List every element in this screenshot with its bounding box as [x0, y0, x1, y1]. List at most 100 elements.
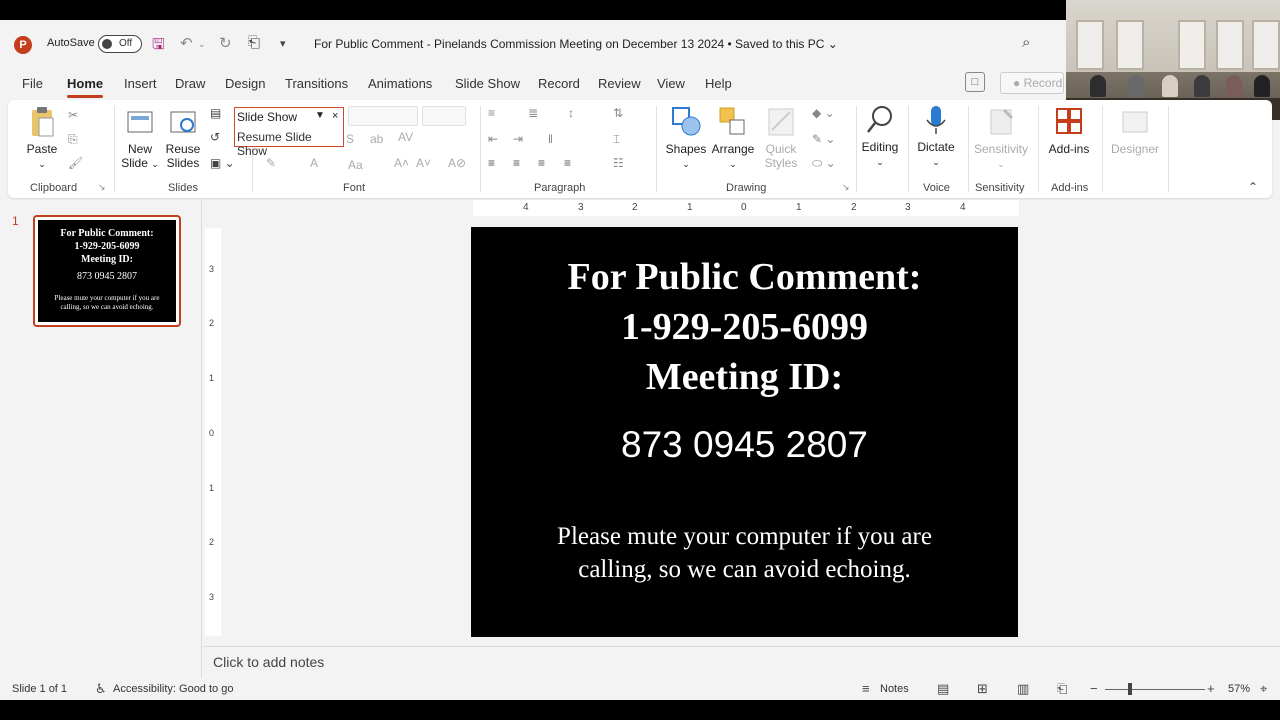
powerpoint-window: P AutoSave Off 🖫 ↶ ⌄ ↻ ⎗ ▾ For Public Co… — [0, 0, 1280, 720]
align-left-icon[interactable]: ≡ — [488, 156, 495, 170]
reuse-slides-button[interactable]: Reuse Slides — [164, 106, 202, 170]
accessibility-icon[interactable]: ♿ — [95, 681, 107, 697]
present-icon[interactable]: ⎗ — [248, 34, 260, 51]
quick-styles-button[interactable]: Quick Styles — [760, 106, 802, 170]
zoom-level[interactable]: 57% — [1228, 683, 1250, 695]
copy-icon[interactable]: ⎘ — [68, 132, 78, 147]
shape-effects-icon[interactable]: ⬭ ⌄ — [812, 156, 836, 171]
ruler-tick: 3 — [209, 264, 215, 274]
align-text-icon[interactable]: ⌶ — [613, 132, 620, 147]
font-name-dropdown[interactable] — [348, 106, 418, 126]
notes-pane[interactable]: Click to add notes — [203, 646, 1280, 678]
clipboard-launcher-icon[interactable]: ↘ — [98, 182, 106, 193]
spacing-icon[interactable]: AV — [398, 130, 413, 144]
layout-icon[interactable]: ▤ — [210, 106, 221, 120]
caret-down-icon[interactable]: ▼ — [315, 110, 325, 121]
increase-indent-icon[interactable]: ⇥ — [513, 132, 523, 146]
shape-outline-icon[interactable]: ✎ ⌄ — [812, 132, 835, 146]
font-color-icon[interactable]: A — [310, 156, 318, 170]
zoom-out-icon[interactable]: − — [1090, 681, 1098, 696]
highlight-icon[interactable]: ✎ — [266, 156, 276, 170]
align-right-icon[interactable]: ≡ — [538, 156, 545, 170]
smartart-icon[interactable]: ☷ — [613, 156, 624, 170]
customize-icon[interactable]: ▾ — [280, 37, 286, 50]
clear-format-icon[interactable]: A⊘ — [448, 156, 466, 170]
accessibility-status[interactable]: Accessibility: Good to go — [113, 683, 233, 695]
designer-button[interactable]: Designer — [1108, 106, 1162, 156]
undo-dropdown-icon[interactable]: ⌄ — [198, 39, 206, 50]
add-ins-button[interactable]: Add-ins — [1044, 106, 1094, 156]
dictate-button[interactable]: Dictate ⌄ — [912, 104, 960, 168]
tab-home[interactable]: Home — [67, 76, 104, 98]
separator — [1168, 106, 1169, 192]
decrease-font-icon[interactable]: A˅ — [416, 156, 431, 170]
decrease-indent-icon[interactable]: ⇤ — [488, 132, 498, 146]
zoom-in-icon[interactable]: + — [1207, 681, 1215, 696]
close-icon[interactable]: × — [332, 110, 338, 122]
font-size-dropdown[interactable] — [422, 106, 466, 126]
resume-slide-show-label[interactable]: Resume Slide Show — [237, 130, 343, 158]
change-case-icon[interactable]: Aa — [348, 158, 363, 172]
document-title[interactable]: For Public Comment - Pinelands Commissio… — [314, 37, 838, 51]
save-icon[interactable]: 🖫 — [152, 34, 165, 59]
shape-fill-icon[interactable]: ◆ ⌄ — [812, 106, 835, 120]
cut-icon[interactable]: ✂ — [68, 108, 78, 122]
columns-icon[interactable]: ‖ — [548, 132, 553, 146]
slide-note-text[interactable]: Please mute your computer if you are cal… — [521, 520, 968, 586]
line-spacing-icon[interactable]: ↕ — [568, 106, 574, 120]
slide-meeting-id[interactable]: 873 0945 2807 — [471, 424, 1018, 466]
tab-view[interactable]: View — [657, 76, 685, 91]
tab-record[interactable]: Record — [538, 76, 580, 91]
tab-design[interactable]: Design — [225, 76, 265, 91]
undo-icon[interactable]: ↶ — [180, 34, 193, 52]
slide-sorter-icon[interactable]: ⊞ — [977, 681, 988, 697]
tab-review[interactable]: Review — [598, 76, 641, 91]
paste-button[interactable]: Paste ⌄ — [24, 106, 60, 170]
new-slide-button[interactable]: New Slide ⌄ — [120, 106, 160, 170]
bullets-icon[interactable]: ≡ — [488, 106, 495, 120]
shapes-button[interactable]: Shapes ⌄ — [664, 106, 708, 170]
notes-toggle[interactable]: Notes — [880, 683, 909, 695]
redo-icon[interactable]: ↻ — [219, 34, 232, 52]
tab-insert[interactable]: Insert — [124, 76, 157, 91]
collapse-ribbon-icon[interactable]: ⌃ — [1248, 180, 1258, 194]
search-icon[interactable]: ⌕ — [1022, 34, 1030, 51]
arrange-button[interactable]: Arrange ⌄ — [708, 106, 758, 170]
increase-font-icon[interactable]: A˄ — [394, 156, 409, 170]
tab-animations[interactable]: Animations — [368, 76, 432, 91]
comments-icon[interactable]: □ — [965, 72, 985, 92]
reset-icon[interactable]: ↺ — [210, 130, 220, 144]
zoom-slider-thumb[interactable] — [1128, 683, 1132, 695]
justify-icon[interactable]: ≡ — [564, 156, 571, 170]
record-button[interactable]: ● Record — [1000, 72, 1064, 94]
normal-view-icon[interactable]: ▤ — [937, 681, 949, 697]
slide-thumbnail[interactable]: For Public Comment: 1-929-205-6099 Meeti… — [33, 215, 181, 327]
drawing-launcher-icon[interactable]: ↘ — [842, 182, 850, 193]
slide-title[interactable]: For Public Comment: 1-929-205-6099 Meeti… — [471, 252, 1018, 402]
slide-show-view-icon[interactable]: ⎗ — [1057, 681, 1067, 697]
reading-view-icon[interactable]: ▥ — [1017, 681, 1029, 697]
reuse-slides-icon — [170, 111, 196, 133]
slide-canvas[interactable]: For Public Comment: 1-929-205-6099 Meeti… — [471, 227, 1018, 637]
notes-icon[interactable]: ≡ — [862, 681, 870, 696]
tab-slide-show[interactable]: Slide Show — [455, 76, 520, 91]
tab-help[interactable]: Help — [705, 76, 732, 91]
tab-file[interactable]: File — [22, 76, 43, 91]
strikethrough-icon[interactable]: S — [346, 132, 354, 146]
fit-to-window-icon[interactable]: ⌖ — [1260, 681, 1267, 697]
slide-show-label[interactable]: Slide Show — [237, 110, 297, 124]
character-spacing-icon[interactable]: ab — [370, 132, 383, 146]
format-painter-icon[interactable]: 🖌 — [68, 156, 83, 170]
zoom-slider[interactable] — [1105, 689, 1205, 690]
text-direction-icon[interactable]: ⇅ — [613, 106, 623, 120]
ruler-tick: 2 — [209, 318, 215, 328]
tab-draw[interactable]: Draw — [175, 76, 205, 91]
autosave-toggle[interactable]: Off — [98, 35, 142, 53]
tab-transitions[interactable]: Transitions — [285, 76, 348, 91]
sensitivity-button[interactable]: Sensitivity ⌄ — [970, 106, 1032, 170]
center-icon[interactable]: ≡ — [513, 156, 520, 170]
editing-button[interactable]: Editing ⌄ — [860, 104, 900, 168]
section-icon[interactable]: ▣ ⌄ — [210, 156, 235, 170]
ruler-tick: 2 — [632, 202, 638, 213]
numbering-icon[interactable]: ≣ — [528, 106, 538, 120]
